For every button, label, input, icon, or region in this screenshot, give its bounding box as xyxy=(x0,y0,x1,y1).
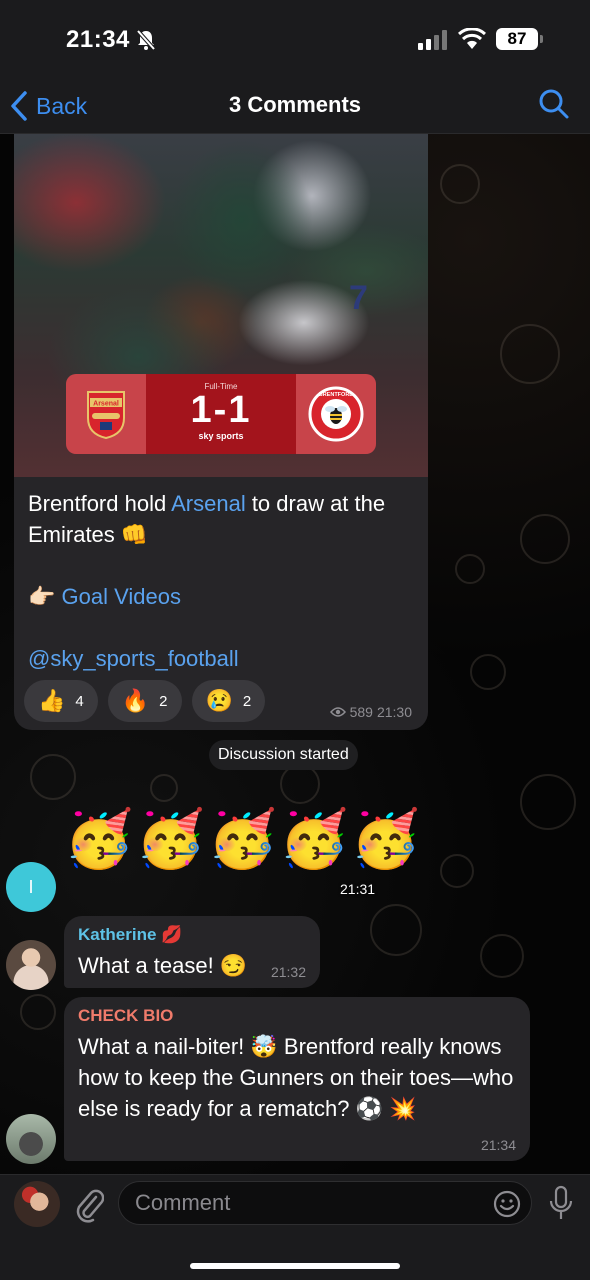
reaction-count: 2 xyxy=(242,692,252,710)
reactions-bar: 👍 4 🔥 2 😢 2 xyxy=(24,680,266,722)
message-text: What a tease! 😏 xyxy=(78,953,248,978)
post-photo[interactable]: 7 Arsenal Full-Time 1-1 sky sports BRENT… xyxy=(14,134,428,477)
pointing-hand-icon: 👉🏻 xyxy=(28,584,62,609)
player-number: 7 xyxy=(349,279,368,317)
comment-input[interactable] xyxy=(135,1182,485,1224)
page-title: 3 Comments xyxy=(228,92,362,117)
thumbs-up-icon: 👍 xyxy=(38,688,66,713)
cellular-signal-icon xyxy=(418,30,447,50)
paperclip-icon[interactable] xyxy=(74,1185,104,1223)
wifi-icon xyxy=(458,28,486,49)
channel-post[interactable]: 7 Arsenal Full-Time 1-1 sky sports BRENT… xyxy=(14,134,428,730)
comment-composer xyxy=(0,1174,590,1280)
party-face-sticker[interactable]: 🥳🥳🥳🥳🥳 xyxy=(64,806,423,872)
sender-name[interactable]: Katherine 💋 xyxy=(78,925,182,945)
home-indicator xyxy=(190,1263,400,1269)
avatar[interactable] xyxy=(6,940,56,990)
reaction-fire[interactable]: 🔥 2 xyxy=(107,680,182,722)
score-panel: Full-Time 1-1 sky sports xyxy=(146,374,296,454)
comment-bubble[interactable]: Katherine 💋 What a tease! 😏 21:32 xyxy=(64,916,320,988)
microphone-icon[interactable] xyxy=(548,1185,574,1223)
bell-slash-icon xyxy=(136,29,156,51)
reaction-thumbs-up[interactable]: 👍 4 xyxy=(24,680,98,722)
arsenal-crest-icon: Arsenal xyxy=(66,374,146,454)
post-caption: Brentford hold Arsenal to draw at the Em… xyxy=(28,488,418,674)
arsenal-link[interactable]: Arsenal xyxy=(171,491,246,516)
reaction-count: 2 xyxy=(159,692,168,710)
status-time: 21:34 xyxy=(66,26,130,53)
broadcaster-logo: sky sports xyxy=(198,431,244,441)
message-time: 21:34 xyxy=(480,1137,516,1153)
status-bar: 21:34 87 xyxy=(0,0,590,78)
channel-handle-link[interactable]: @sky_sports_football xyxy=(28,646,239,671)
message-time: 21:31 xyxy=(340,881,376,897)
comment-bubble[interactable]: CHECK BIO What a nail-biter! 🤯 Brentford… xyxy=(64,997,530,1161)
message-time: 21:32 xyxy=(270,964,306,980)
battery-indicator: 87 xyxy=(496,28,543,50)
caption-text-start: Brentford hold xyxy=(28,491,172,516)
crying-face-icon: 😢 xyxy=(205,688,233,713)
comment-field[interactable] xyxy=(118,1181,532,1225)
message-text: What a nail-biter! 🤯 Brentford really kn… xyxy=(78,1034,514,1121)
smiley-icon[interactable] xyxy=(493,1190,521,1218)
avatar[interactable]: I xyxy=(6,862,56,912)
score-card: Arsenal Full-Time 1-1 sky sports BRENTFO… xyxy=(66,374,376,454)
goal-videos-link[interactable]: Goal Videos xyxy=(62,584,181,609)
view-count: 589 xyxy=(349,704,373,720)
post-time: 21:30 xyxy=(376,704,412,720)
brentford-crest-text: BRENTFORD xyxy=(319,392,354,398)
search-icon[interactable] xyxy=(538,88,570,120)
match-score: 1-1 xyxy=(190,389,252,431)
post-meta: 589 21:30 xyxy=(329,704,412,720)
sender-name[interactable]: CHECK BIO xyxy=(78,1006,173,1026)
brentford-crest-icon: BRENTFORD xyxy=(296,374,376,454)
discussion-started-label: Discussion started xyxy=(209,740,358,770)
arsenal-crest-text: Arsenal xyxy=(93,401,119,408)
fire-icon: 🔥 xyxy=(121,688,150,713)
nav-bar: Back 3 Comments xyxy=(0,78,590,134)
eye-icon xyxy=(329,707,346,717)
reaction-crying[interactable]: 😢 2 xyxy=(191,680,266,722)
reaction-count: 4 xyxy=(75,692,84,710)
send-as-avatar[interactable] xyxy=(14,1181,60,1227)
avatar[interactable] xyxy=(6,1114,56,1164)
